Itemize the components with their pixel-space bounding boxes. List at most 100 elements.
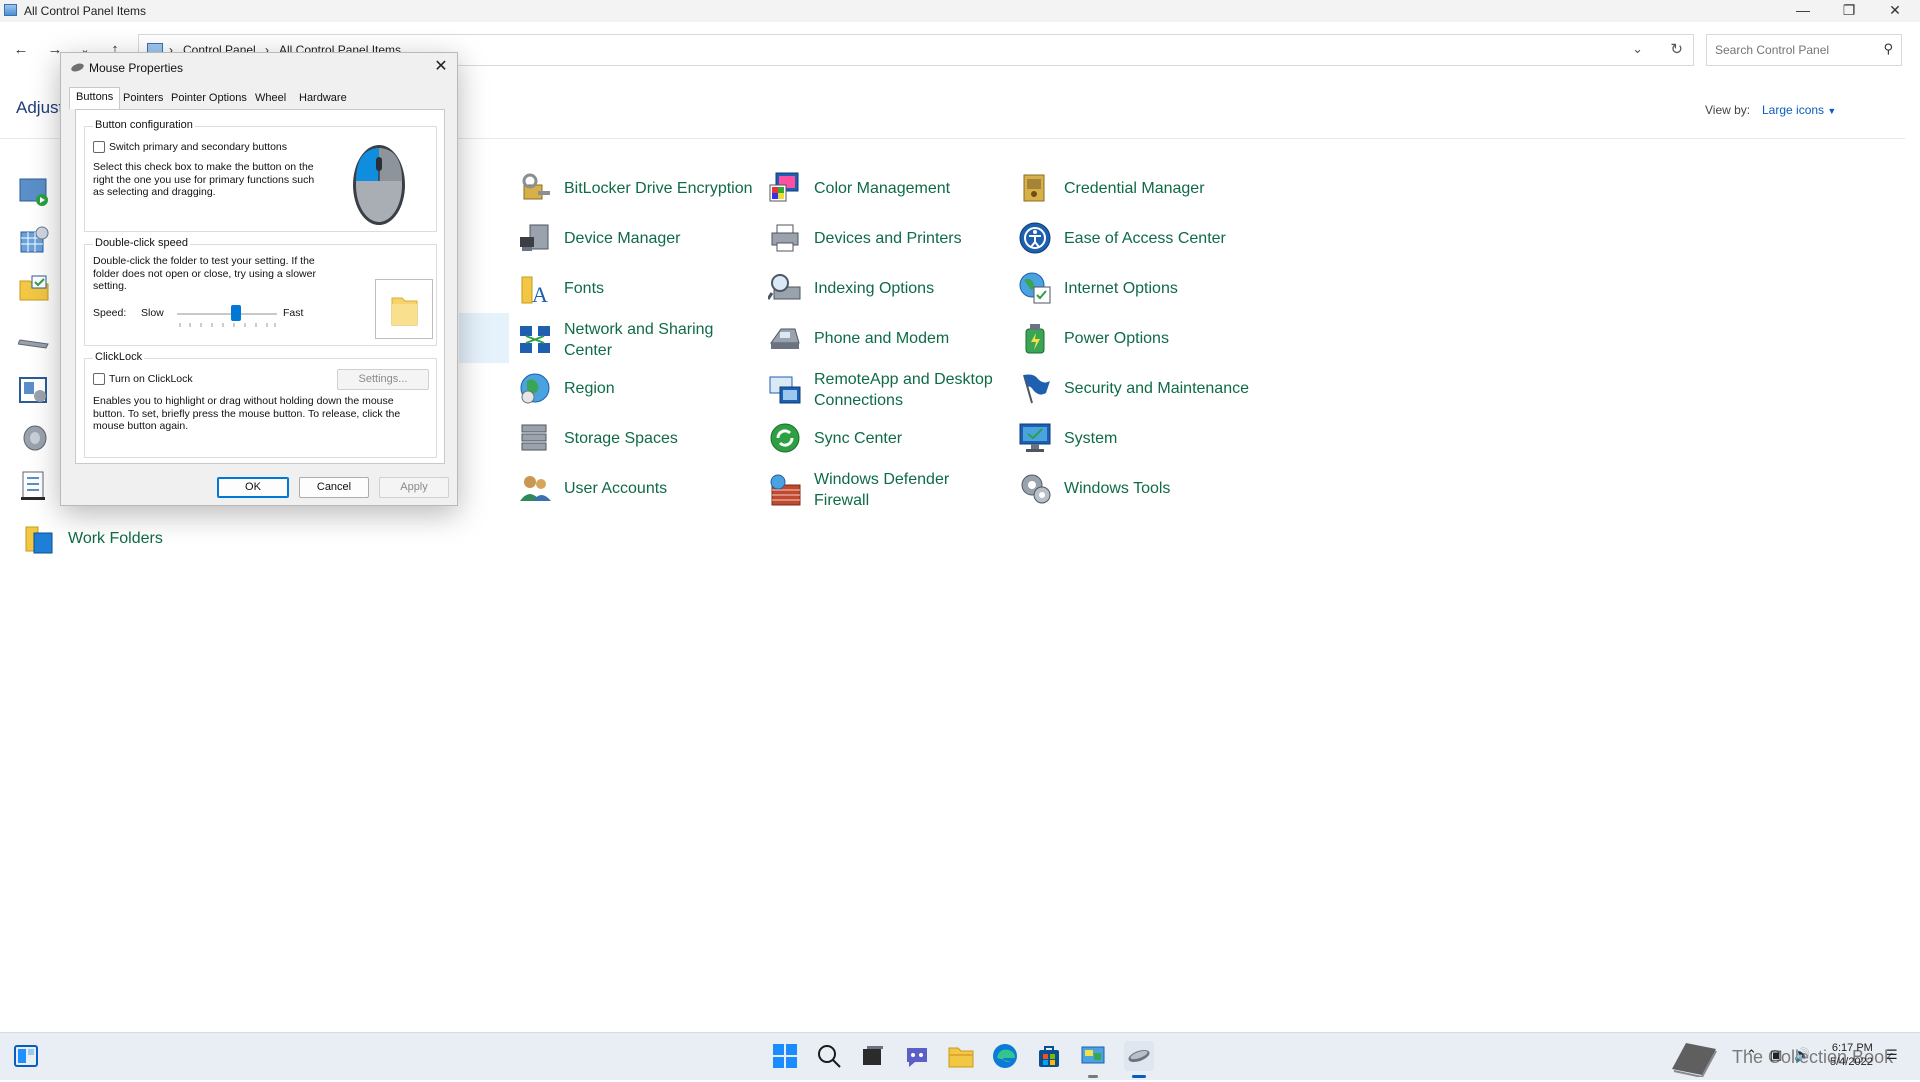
cp-item-label: Storage Spaces — [564, 429, 678, 447]
file-explorer-icon[interactable] — [948, 1043, 974, 1069]
search-input[interactable] — [1715, 43, 1875, 57]
ok-button[interactable]: OK — [217, 477, 289, 498]
back-arrow-icon[interactable]: ← — [10, 40, 32, 60]
volume-tray-icon[interactable]: 🔊 — [1794, 1047, 1810, 1063]
cp-item-network[interactable]: Network and Sharing Center — [518, 316, 713, 364]
cp-item-label: Sync Center — [814, 429, 903, 447]
minimize-button[interactable]: — — [1780, 0, 1826, 22]
security-flag-icon — [1018, 371, 1052, 405]
start-windows-icon[interactable] — [772, 1043, 798, 1069]
cp-item-security-maintenance[interactable]: Security and Maintenance — [1018, 366, 1249, 410]
cp-item-storage-spaces[interactable]: Storage Spaces — [518, 416, 678, 460]
address-dropdown-icon[interactable]: ⌄ — [1632, 41, 1643, 57]
cp-item-label: Indexing Options — [814, 279, 935, 297]
cp-item-label-line2: Connections — [814, 392, 903, 409]
date-time-icon[interactable] — [18, 224, 50, 256]
edge-browser-icon[interactable] — [992, 1043, 1018, 1069]
slider-ticks — [179, 323, 276, 327]
remoteapp-icon — [768, 373, 802, 407]
tab-hardware[interactable]: Hardware — [293, 89, 353, 109]
cp-item-remoteapp[interactable]: RemoteApp and Desktop Connections — [768, 366, 993, 414]
cp-item-windows-tools[interactable]: Windows Tools — [1018, 466, 1170, 510]
show-hidden-icons-chevron[interactable]: ⌃ — [1746, 1047, 1757, 1063]
hover-highlight — [459, 313, 509, 363]
page-heading: Adjust — [16, 98, 64, 117]
cp-item-power-options[interactable]: Power Options — [1018, 316, 1169, 360]
cp-item-user-accounts[interactable]: User Accounts — [518, 466, 667, 510]
tab-buttons[interactable]: Buttons — [69, 87, 121, 109]
clicklock-group: ClickLock Turn on ClickLock Settings... … — [84, 351, 437, 458]
cp-item-internet-options[interactable]: Internet Options — [1018, 266, 1178, 310]
refresh-icon[interactable]: ↻ — [1670, 40, 1683, 58]
control-panel-taskbar-icon[interactable] — [1080, 1043, 1106, 1069]
cp-item-ease-of-access[interactable]: Ease of Access Center — [1018, 216, 1226, 260]
cp-item-color-management[interactable]: Color Management — [768, 166, 950, 210]
dialog-close-icon[interactable]: ✕ — [431, 57, 451, 77]
cp-item-phone-modem[interactable]: Phone and Modem — [768, 316, 949, 360]
cp-item-region[interactable]: Region — [518, 366, 615, 410]
phone-modem-icon — [768, 321, 802, 355]
cp-item-indexing-options[interactable]: Indexing Options — [766, 266, 935, 310]
cp-item-label: Device Manager — [564, 229, 681, 247]
view-by-value: Large icons — [1762, 103, 1825, 117]
speed-label: Speed: — [93, 307, 127, 319]
slider-thumb[interactable] — [231, 305, 241, 321]
sync-center-icon — [768, 421, 802, 455]
cp-item-label: System — [1064, 429, 1118, 447]
double-click-speed-group: Double-click speed Double-click the fold… — [84, 237, 437, 346]
clicklock-checkbox[interactable] — [93, 373, 105, 385]
mouse-properties-dialog: Mouse Properties ✕ Buttons Pointers Poin… — [60, 52, 458, 506]
search-box[interactable]: ⚲ — [1706, 34, 1902, 66]
taskbar-navigation-icon[interactable] — [18, 470, 50, 502]
cp-item-sync-center[interactable]: Sync Center — [768, 416, 902, 460]
network-tray-icon[interactable]: ▣ — [1770, 1047, 1782, 1063]
test-folder-box[interactable] — [375, 279, 433, 339]
switch-buttons-checkbox[interactable] — [93, 141, 105, 153]
tab-wheel[interactable]: Wheel — [249, 89, 292, 109]
programs-features-icon[interactable] — [18, 374, 50, 406]
microsoft-store-icon[interactable] — [1036, 1043, 1062, 1069]
task-view-icon[interactable] — [860, 1043, 886, 1069]
mouse-properties-taskbar-icon[interactable] — [1124, 1041, 1154, 1071]
autoplay-icon[interactable] — [18, 176, 50, 208]
credential-manager-icon — [1018, 171, 1052, 205]
double-click-speed-slider[interactable] — [177, 303, 277, 333]
keyboard-icon[interactable] — [17, 328, 50, 360]
cp-item-devices-printers[interactable]: Devices and Printers — [768, 216, 962, 260]
cp-item-label: Work Folders — [68, 529, 163, 547]
power-options-icon — [1018, 321, 1052, 355]
search-taskbar-icon[interactable] — [816, 1043, 842, 1069]
desc-line: folder does not open or close, try using… — [93, 267, 316, 280]
file-explorer-options-icon[interactable] — [18, 272, 50, 304]
cp-item-system[interactable]: System — [1018, 416, 1117, 460]
clicklock-settings-button[interactable]: Settings... — [337, 369, 429, 390]
firewall-icon — [768, 473, 802, 507]
dialog-title: Mouse Properties — [89, 61, 184, 75]
user-accounts-icon — [518, 471, 552, 505]
system-monitor-icon — [1018, 421, 1052, 455]
tab-pointers[interactable]: Pointers — [117, 89, 169, 109]
group-title: Button configuration — [93, 119, 195, 131]
sound-icon[interactable] — [18, 422, 50, 454]
restore-button[interactable]: ❐ — [1826, 0, 1872, 22]
cancel-button[interactable]: Cancel — [299, 477, 369, 498]
title-bar: All Control Panel Items — ❐ ✕ — [0, 0, 1920, 22]
cp-item-work-folders[interactable]: Work Folders — [22, 516, 163, 560]
widgets-icon[interactable] — [14, 1045, 38, 1067]
cp-item-bitlocker[interactable]: BitLocker Drive Encryption — [518, 166, 753, 210]
system-clock[interactable]: 6:17 PM 5/4/2022 — [1830, 1041, 1873, 1069]
desc-line: mouse button again. — [93, 420, 189, 432]
internet-options-icon — [1018, 271, 1052, 305]
notification-icon[interactable]: ☰ — [1886, 1047, 1898, 1063]
cp-item-credential-manager[interactable]: Credential Manager — [1018, 166, 1205, 210]
mouse-small-icon — [70, 61, 85, 74]
view-by-dropdown[interactable]: Large icons ▼ — [1762, 103, 1836, 117]
chat-icon[interactable] — [904, 1043, 930, 1069]
tab-pointer-options[interactable]: Pointer Options — [165, 89, 253, 109]
apply-button[interactable]: Apply — [379, 477, 449, 498]
cp-item-fonts[interactable]: A Fonts — [518, 266, 604, 310]
close-window-button[interactable]: ✕ — [1872, 0, 1918, 22]
clock-date: 5/4/2022 — [1830, 1056, 1873, 1068]
cp-item-device-manager[interactable]: Device Manager — [518, 216, 681, 260]
cp-item-firewall[interactable]: Windows Defender Firewall — [768, 466, 949, 514]
